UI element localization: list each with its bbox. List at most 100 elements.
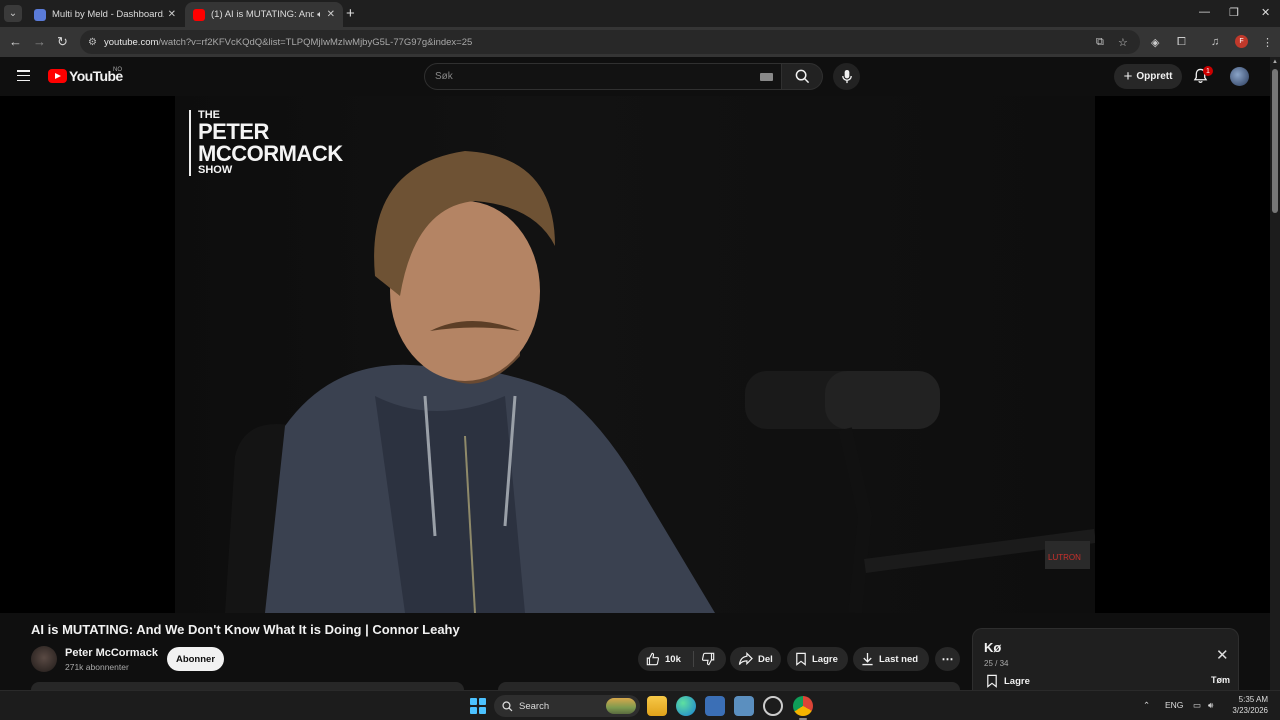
country-code: NO	[113, 67, 122, 73]
close-window-icon[interactable]: ✕	[1261, 6, 1270, 19]
show-logo-overlay: THE PETER MCCORMACK SHOW	[189, 110, 343, 176]
restore-icon[interactable]: ❐	[1229, 6, 1239, 19]
extensions-puzzle-icon[interactable]: ⧠	[1177, 36, 1186, 49]
show-logo-line: PETER	[198, 119, 269, 144]
show-logo-line: MCCORMACK	[198, 141, 343, 166]
site-info-icon[interactable]: ⚙	[88, 37, 104, 48]
browser-tab-youtube[interactable]: (1) AI is MUTATING: And W 🔈︎ ✕	[185, 2, 343, 27]
save-button[interactable]: Lagre	[787, 647, 848, 671]
youtube-favicon-icon	[193, 8, 205, 21]
copilot-app-icon[interactable]	[763, 696, 783, 716]
clock-date: 3/23/2026	[1232, 706, 1268, 715]
thumbs-down-icon	[701, 652, 714, 666]
forward-icon[interactable]: →	[33, 34, 46, 49]
queue-save-button[interactable]: Lagre	[986, 674, 1030, 688]
save-label: Lagre	[812, 653, 838, 665]
back-icon[interactable]: ←	[9, 34, 22, 49]
queue-title: Kø	[984, 640, 1002, 655]
thumbs-up-icon	[646, 652, 660, 666]
subscribe-button[interactable]: Abonner	[167, 647, 224, 671]
show-hidden-icons-icon[interactable]: ⌃	[1143, 700, 1150, 711]
tab-close-icon[interactable]: ✕	[168, 9, 176, 20]
voice-search-button[interactable]	[833, 63, 860, 90]
system-clock[interactable]: 5:35 AM 3/23/2026	[1228, 694, 1268, 716]
browser-menu-icon[interactable]: ⋮	[1262, 36, 1273, 49]
subscriber-count: 271k abonnenter	[65, 662, 129, 672]
search-input[interactable]	[435, 71, 735, 82]
volume-icon[interactable]: 🔊︎	[1208, 700, 1213, 711]
edge-browser-icon[interactable]	[676, 696, 696, 716]
video-frame[interactable]: LUTRON THE PETER MCCORMACK SHOW	[175, 96, 1095, 613]
browser-toolbar: ← → ↻ ⚙ youtube.com/watch?v=rf2KFVcKQdQ&…	[0, 27, 1280, 57]
like-button[interactable]: 10k	[638, 651, 694, 667]
create-label: Opprett	[1136, 71, 1173, 82]
tab-close-icon[interactable]: ✕	[327, 9, 335, 20]
mic-brand-text: LUTRON	[1048, 553, 1081, 562]
chrome-taskbar-icon[interactable]	[793, 696, 813, 720]
speaker-icon[interactable]: 🔈︎	[317, 9, 322, 20]
language-indicator[interactable]: ENG	[1165, 700, 1183, 710]
taskbar-search[interactable]: Search	[494, 695, 640, 717]
snipping-tool-icon[interactable]	[734, 696, 754, 716]
search-icon	[795, 69, 809, 84]
download-icon	[862, 652, 873, 666]
meld-favicon-icon	[34, 8, 46, 21]
show-logo-line: SHOW	[198, 164, 233, 176]
windows-start-icon[interactable]	[470, 698, 486, 714]
queue-position: 25 / 34	[984, 659, 1009, 668]
windows-taskbar: Search ⌃ ENG ▭ 🔊︎ 5:35 AM 3/23/2026	[0, 690, 1280, 720]
search-field[interactable]	[424, 63, 782, 90]
address-bar[interactable]: ⚙ youtube.com/watch?v=rf2KFVcKQdQ&list=T…	[80, 30, 1140, 54]
create-button[interactable]: + Opprett	[1114, 64, 1182, 89]
search-button[interactable]	[782, 63, 823, 90]
notification-count-badge: 1	[1203, 66, 1213, 76]
download-label: Last ned	[879, 653, 919, 665]
browser-tab-strip: ⌄ Multi by Meld - Dashboard. ✕ (1) AI is…	[0, 0, 1280, 27]
tab-search-chevron-icon[interactable]: ⌄	[4, 5, 22, 22]
video-player[interactable]: LUTRON THE PETER MCCORMACK SHOW	[0, 96, 1270, 613]
video-title: AI is MUTATING: And We Don't Know What I…	[31, 622, 460, 637]
microphone-icon	[841, 69, 852, 84]
display-icon[interactable]: ▭	[1193, 700, 1201, 711]
menu-hamburger-icon[interactable]	[17, 70, 30, 82]
more-actions-icon[interactable]: ⋯	[935, 647, 960, 671]
youtube-play-logo-icon	[48, 69, 67, 83]
like-count: 10k	[665, 653, 681, 665]
keyboard-icon[interactable]	[760, 73, 773, 81]
tab-title: Multi by Meld - Dashboard.	[52, 9, 164, 20]
queue-save-label: Lagre	[1004, 675, 1030, 687]
tab-title: (1) AI is MUTATING: And W	[211, 9, 315, 20]
account-avatar[interactable]	[1230, 67, 1249, 86]
description-box[interactable]	[31, 682, 464, 690]
plus-icon: +	[1123, 68, 1133, 85]
bookmark-star-icon[interactable]: ☆	[1118, 30, 1128, 54]
taskbar-search-label: Search	[519, 700, 550, 712]
queue-close-icon[interactable]: ✕	[1216, 646, 1229, 664]
youtube-logo[interactable]: YouTube	[48, 68, 123, 84]
new-tab-icon[interactable]: +	[346, 5, 355, 22]
media-controls-icon[interactable]: ♫	[1211, 36, 1219, 48]
comments-box[interactable]	[498, 682, 960, 690]
share-label: Del	[758, 653, 773, 665]
share-button[interactable]: Del	[730, 647, 781, 671]
channel-name[interactable]: Peter McCormack	[65, 647, 158, 659]
share-arrow-icon	[738, 652, 753, 666]
profile-avatar[interactable]: F	[1235, 35, 1248, 48]
url-text: youtube.com/watch?v=rf2KFVcKQdQ&list=TLP…	[104, 36, 473, 48]
dislike-button[interactable]	[694, 652, 726, 666]
task-view-app-icon[interactable]	[705, 696, 725, 716]
page-scrollbar[interactable]: ▲	[1270, 57, 1280, 690]
reload-icon[interactable]: ↻	[57, 34, 68, 50]
file-explorer-icon[interactable]	[647, 696, 667, 716]
queue-clear-button[interactable]: Tøm	[1211, 675, 1230, 685]
extension-meld-icon[interactable]: ◈	[1151, 36, 1159, 49]
minimize-icon[interactable]: —	[1199, 6, 1210, 18]
search-highlight-image	[606, 698, 636, 714]
scrollbar-thumb[interactable]	[1272, 69, 1278, 213]
browser-tab-meld[interactable]: Multi by Meld - Dashboard. ✕	[26, 2, 184, 27]
scroll-up-arrow-icon[interactable]: ▲	[1272, 59, 1278, 65]
install-app-icon[interactable]: ⧉	[1096, 30, 1104, 54]
channel-avatar[interactable]	[31, 646, 57, 672]
bookmark-icon	[987, 674, 997, 688]
download-button[interactable]: Last ned	[853, 647, 929, 671]
